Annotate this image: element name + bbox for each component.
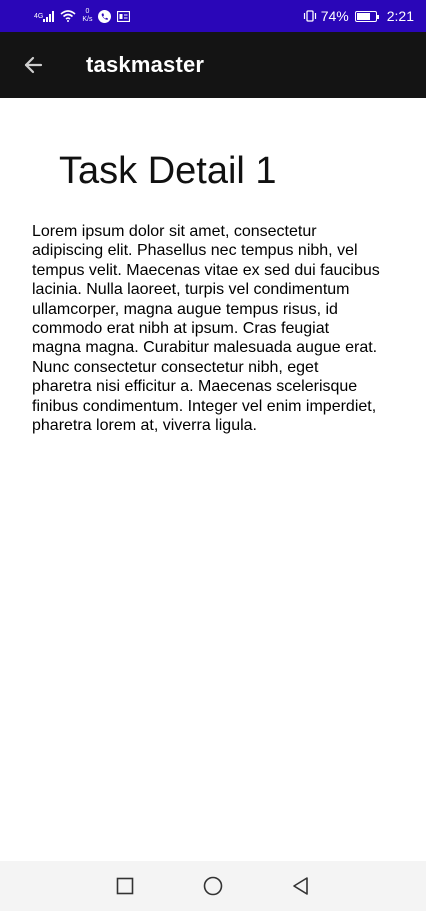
app-title: taskmaster [86, 52, 205, 77]
status-left-group: 4G 0 K/s [34, 8, 131, 24]
recents-square-icon [116, 877, 134, 895]
back-button[interactable] [0, 32, 66, 98]
task-title: Task Detail 1 [59, 150, 277, 192]
battery-icon [354, 10, 379, 22]
arrow-left-icon [24, 56, 43, 74]
home-button[interactable] [200, 873, 226, 899]
home-circle-icon [203, 876, 223, 896]
app-bar: taskmaster [0, 32, 426, 98]
network-type-label: 4G [34, 12, 44, 20]
wifi-icon [60, 10, 76, 22]
nav-back-button[interactable] [288, 873, 314, 899]
back-triangle-icon [293, 877, 308, 895]
task-body: Lorem ipsum dolor sit amet, consectetur … [32, 223, 380, 435]
call-icon [98, 9, 112, 23]
status-bar: 4G 0 K/s 74% 2:21 [0, 0, 426, 32]
vibrate-icon [303, 10, 317, 22]
speed-unit: K/s [82, 16, 93, 23]
battery-level-fill [356, 12, 371, 20]
recents-button[interactable] [112, 873, 138, 899]
speed-value: 0 [85, 8, 90, 15]
system-nav-bar [0, 861, 426, 911]
clock: 2:21 [386, 8, 414, 24]
notification-icon [117, 10, 131, 22]
network-speed: 0 K/s [82, 8, 92, 24]
battery-percent: 74% [320, 8, 349, 24]
status-right-group: 74% 2:21 [303, 8, 414, 24]
signal-icon: 4G [34, 10, 55, 22]
